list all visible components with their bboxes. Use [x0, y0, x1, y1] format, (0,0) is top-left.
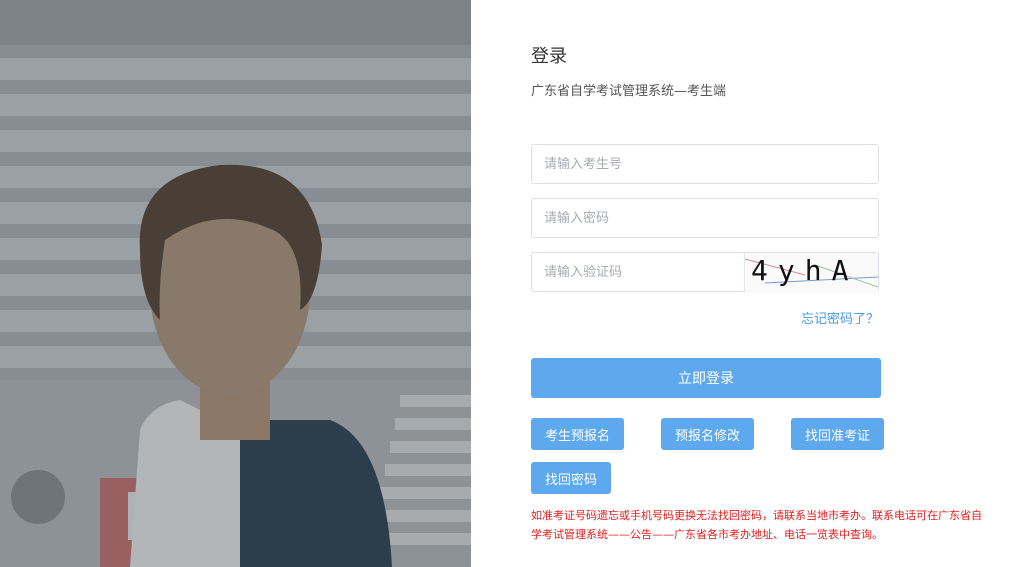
page-subtitle: 广东省自学考试管理系统—考生端 [531, 84, 727, 99]
person-illustration [0, 0, 471, 567]
page-title: 登录 [531, 46, 567, 67]
candidate-number-field [531, 144, 879, 184]
captcha-code: 4yhA [751, 254, 859, 287]
recover-password-button[interactable]: 找回密码 [531, 462, 612, 494]
captcha-input[interactable] [532, 253, 746, 291]
login-panel: 登录 广东省自学考试管理系统—考生端 4yhA 忘记密码了？ 立即登录 考生预报… [471, 0, 1023, 567]
illustration-panel [0, 0, 471, 567]
modify-pre-registration-button[interactable]: 预报名修改 [661, 418, 755, 450]
notice-text: 如准考证号码遗忘或手机号码更换无法找回密码，请联系当地市考办。联系电话可在广东省… [531, 509, 982, 541]
captcha-image[interactable]: 4yhA [744, 253, 878, 293]
pre-registration-button[interactable]: 考生预报名 [531, 418, 625, 450]
login-button[interactable]: 立即登录 [531, 358, 881, 398]
password-field [531, 198, 879, 238]
forgot-password-link[interactable]: 忘记密码了？ [801, 308, 879, 327]
captcha-field: 4yhA [531, 252, 879, 293]
candidate-number-input[interactable] [532, 145, 878, 183]
recover-admission-ticket-button[interactable]: 找回准考证 [791, 418, 885, 450]
password-input[interactable] [532, 199, 878, 237]
